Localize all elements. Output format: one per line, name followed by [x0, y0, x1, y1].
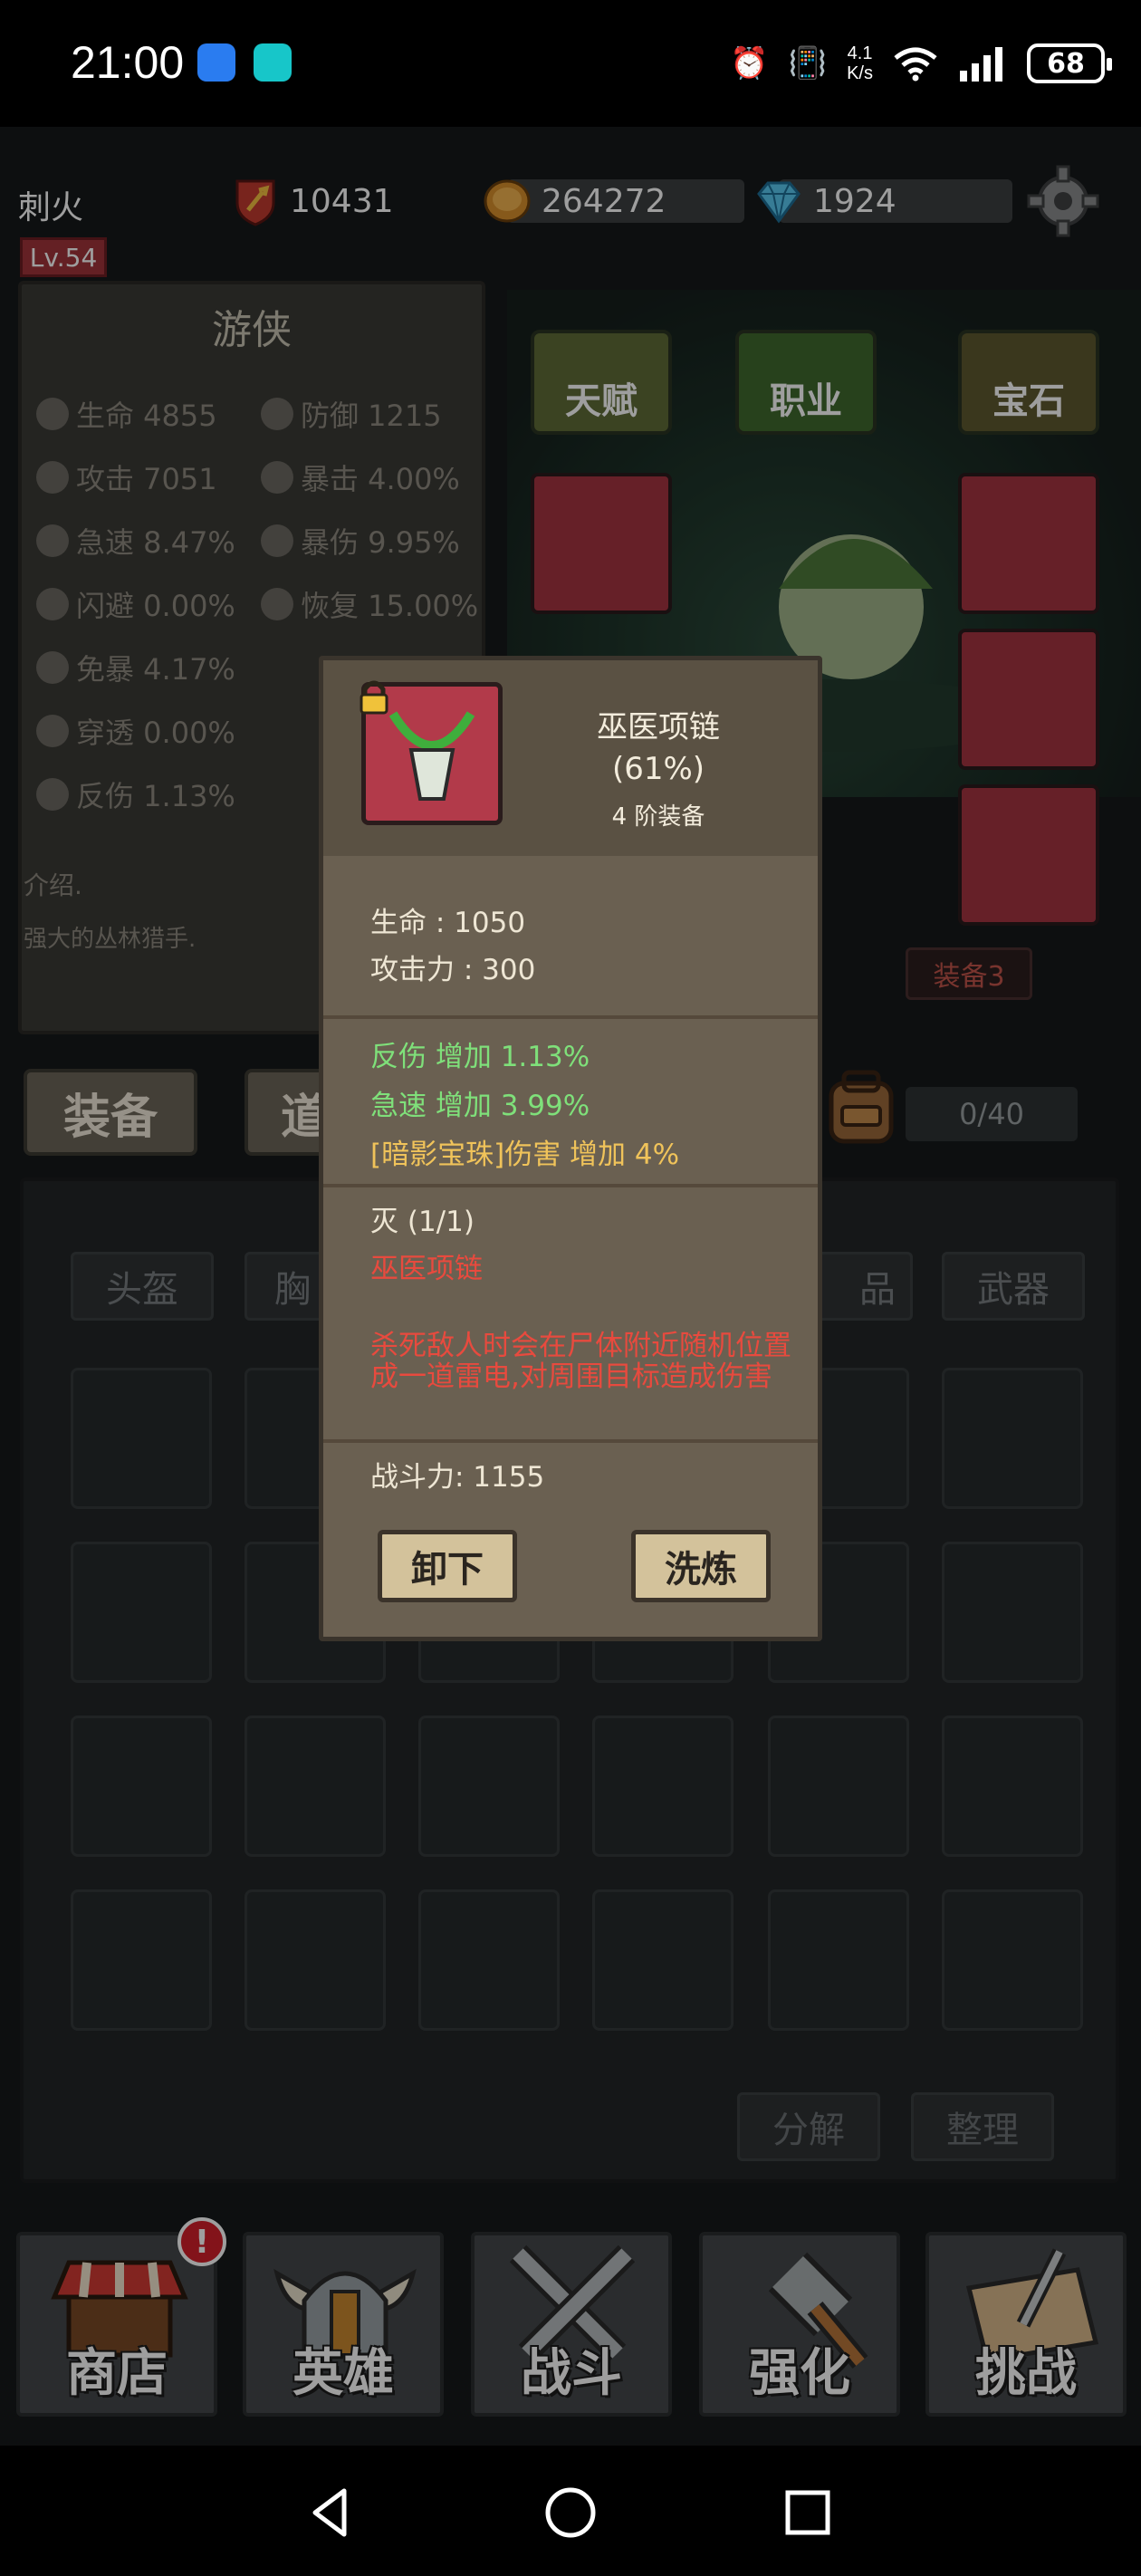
- network-speed: 4.1 K/s: [847, 43, 873, 83]
- home-icon[interactable]: [543, 2485, 598, 2540]
- signal-icon: [960, 47, 1002, 82]
- divider: [323, 1439, 818, 1443]
- divider: [323, 1184, 818, 1187]
- set-piece: 巫医项链: [370, 1253, 483, 1285]
- bonus-stat-haste: 急速 增加 3.99%: [370, 1090, 590, 1122]
- item-name: 巫医项链: [597, 709, 720, 745]
- gem-bonus: [暗影宝珠]伤害 增加 4%: [370, 1139, 680, 1171]
- app-notification-icon: [197, 43, 235, 82]
- wifi-icon: [894, 47, 937, 82]
- base-stat-attack: 攻击力 : 300: [370, 954, 536, 986]
- divider: [323, 1015, 818, 1019]
- battery-indicator: 68: [1027, 43, 1112, 83]
- alarm-icon: ⏰: [730, 45, 769, 82]
- system-navigation-bar: [0, 2446, 1141, 2576]
- status-bar: 21:00 ⏰ 📳 4.1 K/s 68: [0, 0, 1141, 127]
- combat-power: 战斗力: 1155: [370, 1461, 545, 1494]
- app-notification-icon: [254, 43, 292, 82]
- vibrate-icon: 📳: [788, 45, 828, 82]
- item-quality-percent: (61%): [611, 751, 705, 787]
- bonus-stat-thorns: 反伤 增加 1.13%: [370, 1041, 590, 1073]
- recents-icon[interactable]: [781, 2485, 835, 2540]
- item-header: 巫医项链 (61%) 4 阶装备: [323, 660, 818, 856]
- base-stat-hp: 生命 : 1050: [370, 907, 526, 939]
- unequip-button[interactable]: 卸下: [378, 1530, 517, 1602]
- clock: 21:00: [71, 37, 185, 88]
- reroll-button[interactable]: 洗炼: [631, 1530, 771, 1602]
- set-effect-description: 杀死敌人时会在尸体附近随机位置成一道雷电,对周围目标造成伤害: [370, 1330, 791, 1393]
- back-icon[interactable]: [304, 2485, 359, 2540]
- item-detail-popup: 巫医项链 (61%) 4 阶装备 生命 : 1050 攻击力 : 300 反伤 …: [319, 656, 822, 1641]
- set-name: 灭 (1/1): [370, 1206, 475, 1238]
- lock-icon[interactable]: [358, 678, 390, 715]
- item-tier: 4 阶装备: [611, 803, 705, 831]
